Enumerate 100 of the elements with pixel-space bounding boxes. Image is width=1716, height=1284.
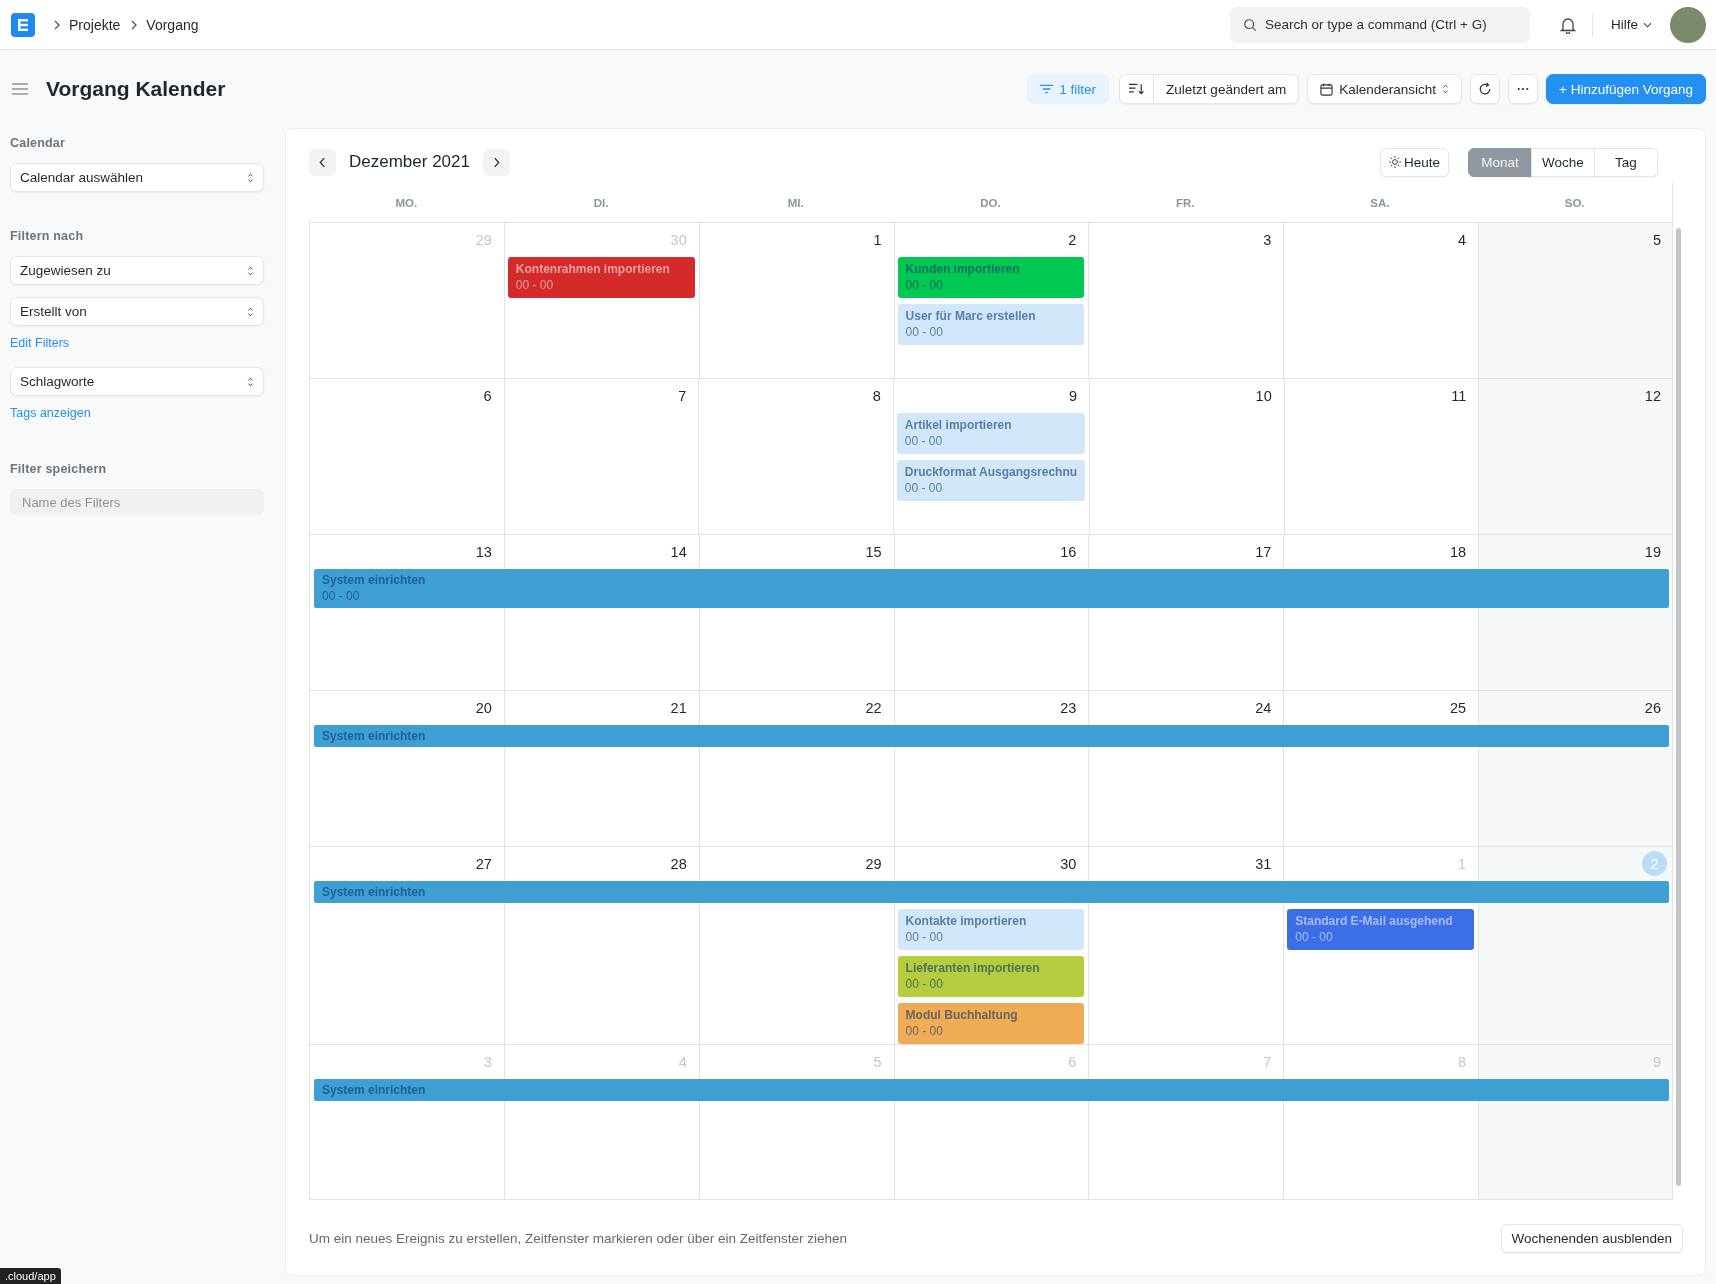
menu-icon[interactable] xyxy=(12,83,28,95)
calendar-event[interactable]: Lieferanten importieren 00 - 00 xyxy=(897,956,1085,997)
calendar-select[interactable]: Calendar auswählen xyxy=(10,163,264,192)
day-number: 16 xyxy=(1060,543,1077,560)
view-tab[interactable]: Tag xyxy=(1594,147,1658,177)
calendar-event[interactable]: System einrichten 00 - 00 xyxy=(314,569,1669,608)
day-number: 29 xyxy=(865,855,882,872)
day-number: 6 xyxy=(1068,1053,1077,1070)
day-number: 30 xyxy=(670,231,687,248)
day-number: 2 xyxy=(1068,231,1077,248)
previous-month-button[interactable] xyxy=(309,148,336,176)
select-arrows-icon xyxy=(247,265,254,276)
weekday-header: MI. xyxy=(786,196,805,209)
day-number: 15 xyxy=(865,543,882,560)
search-icon xyxy=(1243,17,1257,32)
hide-weekends-button[interactable]: Wochenenden ausblenden xyxy=(1500,1224,1683,1253)
day-number: 6 xyxy=(483,387,492,404)
refresh-icon xyxy=(1478,82,1492,96)
day-number: 14 xyxy=(670,543,687,560)
filter-icon xyxy=(1040,84,1054,94)
day-number: 19 xyxy=(1644,543,1661,560)
weekday-header: DO. xyxy=(979,196,1002,209)
breadcrumb-link[interactable]: Projekte xyxy=(69,16,121,33)
section-label: Filter speichern xyxy=(10,462,108,476)
section-label: Calendar xyxy=(10,136,67,150)
day-number: 24 xyxy=(1255,699,1272,716)
select-arrows-icon xyxy=(247,306,254,317)
more-icon xyxy=(1517,87,1529,91)
day-number: 22 xyxy=(865,699,882,716)
help-dropdown[interactable]: Hilfe xyxy=(1605,16,1658,33)
select-arrows-icon xyxy=(247,376,254,387)
page-title: Vorgang Kalender xyxy=(46,77,226,101)
today-button[interactable]: Heute xyxy=(1379,147,1449,177)
filter-button[interactable]: 1 filter xyxy=(1027,74,1110,104)
day-number: 21 xyxy=(670,699,687,716)
search-field[interactable]: Search or type a command (Ctrl + G) xyxy=(1230,6,1530,43)
calendar-icon xyxy=(1320,82,1334,96)
bell-icon[interactable] xyxy=(1560,15,1576,34)
sun-icon xyxy=(1388,156,1401,168)
weekday-header: SA. xyxy=(1369,196,1391,209)
calendar-event[interactable]: Artikel importieren 00 - 00 xyxy=(896,413,1086,454)
calendar-event[interactable]: Kontenrahmen importieren 00 - 00 xyxy=(507,257,695,298)
edit-filters-link[interactable]: Edit Filters xyxy=(10,336,264,350)
show-tags-link[interactable]: Tags anzeigen xyxy=(10,406,264,420)
day-number: 9 xyxy=(1069,387,1078,404)
calendar-event[interactable]: Kontakte importieren 00 - 00 xyxy=(897,909,1085,950)
day-number: 4 xyxy=(678,1053,687,1070)
calendar-event[interactable]: System einrichten xyxy=(314,1079,1669,1101)
sort-field-button[interactable]: Zuletzt geändert am xyxy=(1154,74,1300,104)
status-url: .cloud/app xyxy=(0,1268,61,1284)
day-number: 8 xyxy=(872,387,881,404)
user-avatar[interactable] xyxy=(1670,6,1706,43)
day-number: 1 xyxy=(1458,855,1467,872)
day-number: 13 xyxy=(475,543,492,560)
day-number: 12 xyxy=(1644,387,1661,404)
day-number: 28 xyxy=(670,855,687,872)
view-select[interactable]: Kalenderansicht xyxy=(1307,74,1462,104)
calendar-event[interactable]: Kunden importieren 00 - 00 xyxy=(897,257,1085,298)
weekday-header: DI. xyxy=(592,196,610,209)
sort-icon xyxy=(1129,83,1145,95)
tags-select[interactable]: Schlagworte xyxy=(10,367,264,396)
next-month-button[interactable] xyxy=(482,148,510,176)
add-button[interactable]: + Hinzufügen Vorgang xyxy=(1546,74,1706,104)
calendar-event[interactable]: Druckformat Ausgangsrechnu 00 - 00 xyxy=(896,460,1086,501)
breadcrumb-link[interactable]: Vorgang xyxy=(146,16,199,33)
refresh-button[interactable] xyxy=(1470,74,1500,104)
calendar-event[interactable]: Standard E-Mail ausgehend 00 - 00 xyxy=(1287,909,1475,950)
view-tab[interactable]: Woche xyxy=(1531,147,1595,177)
view-tab[interactable]: Monat xyxy=(1468,147,1532,177)
day-number: 3 xyxy=(1263,231,1272,248)
select-arrows-icon xyxy=(247,172,254,183)
app-logo-icon[interactable] xyxy=(11,12,35,37)
day-number: 8 xyxy=(1458,1053,1467,1070)
day-number: 29 xyxy=(475,231,492,248)
chevron-right-icon xyxy=(492,156,500,168)
day-number: 27 xyxy=(475,855,492,872)
calendar-event[interactable]: User für Marc erstellen 00 - 00 xyxy=(897,304,1085,345)
day-number: 25 xyxy=(1450,699,1467,716)
calendar-event[interactable]: Modul Buchhaltung 00 - 00 xyxy=(897,1003,1085,1044)
day-number: 10 xyxy=(1255,387,1272,404)
filter-select[interactable]: Erstellt von xyxy=(10,297,264,326)
day-number: 18 xyxy=(1450,543,1467,560)
day-number: 5 xyxy=(1652,231,1661,248)
day-number: 23 xyxy=(1060,699,1077,716)
filter-select[interactable]: Zugewiesen zu xyxy=(10,256,264,285)
day-number: 17 xyxy=(1255,543,1272,560)
calendar-event[interactable]: System einrichten xyxy=(314,725,1669,747)
sort-order-button[interactable] xyxy=(1119,74,1155,104)
chevron-down-icon xyxy=(1643,21,1652,28)
section-label: Filtern nach xyxy=(10,229,85,243)
weekday-header: FR. xyxy=(1174,196,1196,209)
weekday-header: SO. xyxy=(1563,196,1586,209)
day-number: 7 xyxy=(1263,1053,1272,1070)
calendar-event[interactable]: System einrichten xyxy=(314,881,1669,903)
day-number: 4 xyxy=(1458,231,1467,248)
filter-name-field[interactable]: Name des Filters xyxy=(10,489,264,515)
chevron-left-icon xyxy=(319,156,326,168)
day-number: 5 xyxy=(873,1053,882,1070)
day-number: 7 xyxy=(678,387,687,404)
day-number: 11 xyxy=(1451,387,1467,404)
